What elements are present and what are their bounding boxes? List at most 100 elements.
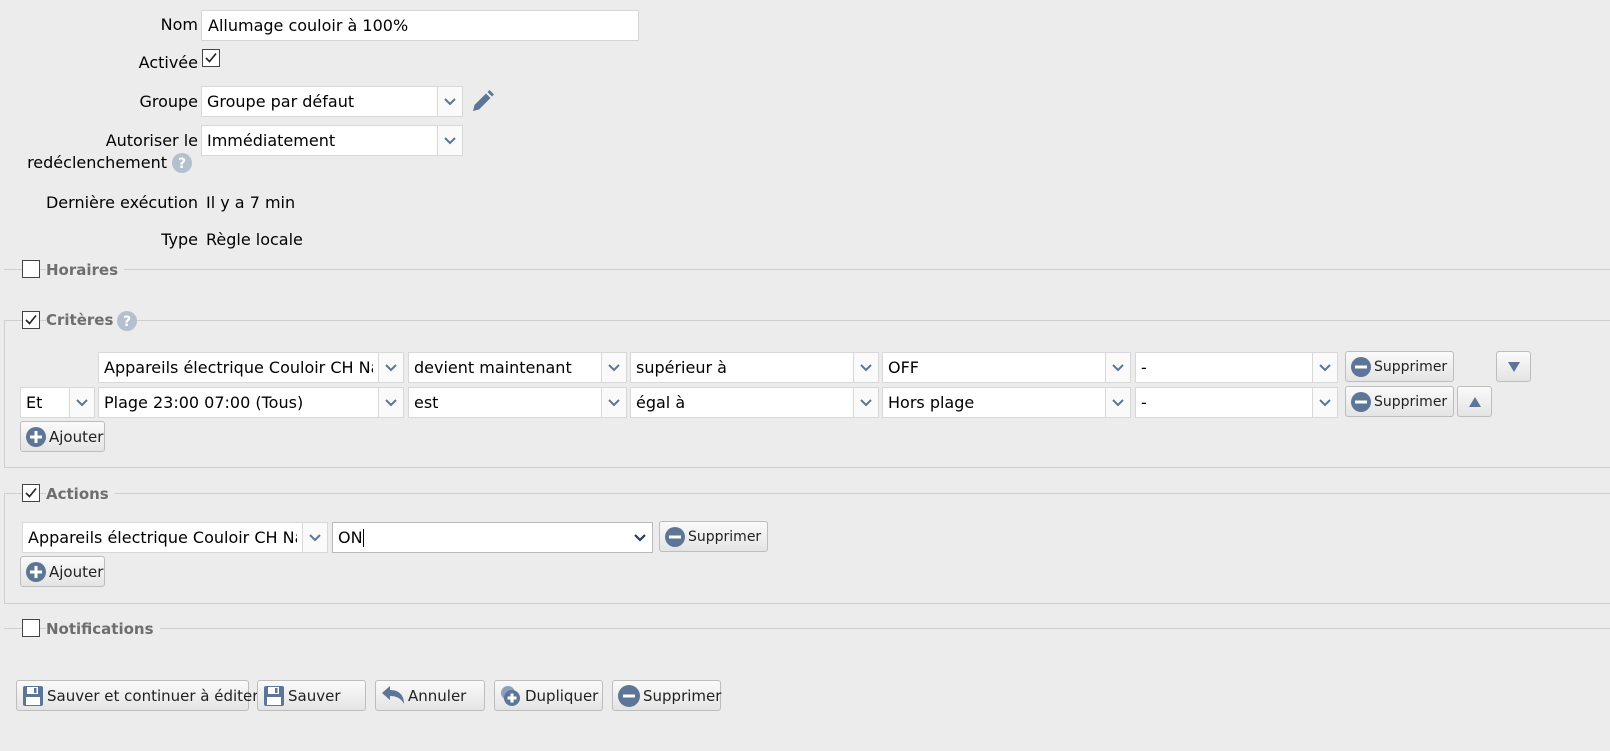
retrigger-label-line2: redéclenchement (27, 153, 167, 172)
criteria-value-select[interactable]: OFF (882, 352, 1131, 383)
criteria-delete-button[interactable]: Supprimer (1345, 386, 1454, 417)
delete-label: Supprimer (643, 686, 722, 705)
group-label: Groupe (139, 92, 198, 111)
save-and-continue-button[interactable]: Sauver et continuer à éditer (16, 680, 258, 711)
chevron-down-icon[interactable] (1312, 388, 1337, 417)
minus-circle-icon (665, 526, 685, 547)
criteria-extra-value: - (1141, 358, 1147, 377)
criteria-extra-value: - (1141, 393, 1147, 412)
criteria-conjunction-value: Et (26, 393, 43, 412)
help-icon[interactable]: ? (116, 310, 138, 332)
criteria-extra-select[interactable]: - (1135, 387, 1338, 418)
criteria-conjunction-select[interactable]: Et (20, 387, 95, 418)
action-value-select[interactable]: ON (332, 522, 653, 553)
action-device-select[interactable]: Appareils électrique Couloir CH Nat (22, 522, 328, 553)
criteria-value-value: Hors plage (888, 393, 975, 412)
name-input[interactable] (201, 10, 639, 41)
horaires-checkbox[interactable] (22, 260, 40, 278)
enabled-checkbox[interactable] (202, 49, 220, 67)
criteria-operator-value: supérieur à (636, 358, 727, 377)
cancel-label: Annuler (408, 686, 467, 705)
chevron-down-icon[interactable] (601, 388, 626, 417)
criteres-checkbox[interactable] (22, 311, 40, 329)
criteria-event-value: devient maintenant (414, 358, 572, 377)
move-up-button[interactable] (1457, 386, 1492, 417)
move-down-button[interactable] (1496, 351, 1531, 382)
last-exec-label: Dernière exécution (45, 193, 198, 212)
action-add-label: Ajouter (49, 562, 104, 581)
check-icon (25, 314, 37, 325)
criteria-device-value: Appareils électrique Couloir CH Nat (104, 358, 373, 377)
criteria-device-value: Plage 23:00 07:00 (Tous) (104, 393, 304, 412)
criteria-device-select[interactable]: Plage 23:00 07:00 (Tous) (98, 387, 404, 418)
last-exec-value: Il y a 7 min (206, 193, 296, 212)
chevron-down-icon[interactable] (1312, 353, 1337, 382)
chevron-down-icon[interactable] (1105, 388, 1130, 417)
check-icon (25, 487, 37, 498)
notifications-section-title: Notifications (46, 619, 160, 639)
criteria-device-select[interactable]: Appareils électrique Couloir CH Nat (98, 352, 404, 383)
retrigger-select[interactable]: Immédiatement (201, 125, 463, 156)
triangle-down-icon (1508, 362, 1520, 372)
text-caret (363, 529, 364, 547)
actions-checkbox[interactable] (22, 484, 40, 502)
retrigger-select-value: Immédiatement (207, 131, 336, 150)
criteria-value-value: OFF (888, 358, 919, 377)
save-and-continue-label: Sauver et continuer à éditer (47, 686, 259, 705)
chevron-down-icon[interactable] (437, 126, 462, 155)
chevron-down-icon[interactable] (853, 388, 878, 417)
save-button[interactable]: Sauver (257, 680, 366, 711)
chevron-down-icon[interactable] (378, 388, 403, 417)
duplicate-button[interactable]: Dupliquer (494, 680, 603, 711)
edit-pencil-icon[interactable] (469, 89, 495, 115)
group-select-value: Groupe par défaut (207, 92, 355, 111)
action-device-value: Appareils électrique Couloir CH Nat (28, 528, 297, 547)
chevron-down-icon[interactable] (302, 523, 327, 552)
delete-button[interactable]: Supprimer (612, 680, 721, 711)
duplicate-icon (501, 685, 520, 706)
chevron-down-icon[interactable] (69, 388, 94, 417)
chevron-down-icon[interactable] (601, 353, 626, 382)
horaires-section-title: Horaires (46, 260, 125, 280)
criteria-event-value: est (414, 393, 439, 412)
plus-circle-icon (26, 426, 46, 447)
criteria-delete-button[interactable]: Supprimer (1345, 351, 1454, 382)
floppy-disk-icon (23, 685, 43, 706)
action-delete-button[interactable]: Supprimer (659, 521, 768, 552)
criteres-section-title: Critères (46, 310, 120, 330)
criteria-add-label: Ajouter (49, 427, 104, 446)
criteria-event-select[interactable]: est (408, 387, 627, 418)
undo-icon (382, 685, 404, 704)
criteria-operator-select[interactable]: égal à (630, 387, 879, 418)
notifications-checkbox[interactable] (22, 619, 40, 637)
check-icon (205, 52, 217, 63)
criteria-value-select[interactable]: Hors plage (882, 387, 1131, 418)
chevron-down-icon[interactable] (1105, 353, 1130, 382)
svg-text:?: ? (123, 314, 131, 330)
criteria-operator-value: égal à (636, 393, 686, 412)
chevron-down-icon[interactable] (853, 353, 878, 382)
action-add-button[interactable]: Ajouter (20, 556, 105, 587)
duplicate-label: Dupliquer (525, 686, 599, 705)
type-value: Règle locale (206, 230, 303, 249)
group-select[interactable]: Groupe par défaut (201, 86, 463, 117)
cancel-button[interactable]: Annuler (375, 680, 485, 711)
criteria-delete-label: Supprimer (1374, 358, 1448, 375)
chevron-down-icon[interactable] (378, 353, 403, 382)
criteria-add-button[interactable]: Ajouter (20, 421, 105, 452)
save-label: Sauver (288, 686, 341, 705)
criteria-delete-label: Supprimer (1374, 393, 1448, 410)
help-icon[interactable]: ? (171, 152, 193, 174)
criteria-extra-select[interactable]: - (1135, 352, 1338, 383)
triangle-up-icon (1469, 397, 1481, 407)
chevron-down-icon[interactable] (628, 523, 652, 552)
name-label: Nom (160, 15, 198, 34)
criteria-event-select[interactable]: devient maintenant (408, 352, 627, 383)
minus-circle-icon (618, 684, 640, 707)
plus-circle-icon (26, 561, 46, 582)
actions-section-title: Actions (46, 484, 115, 504)
criteria-operator-select[interactable]: supérieur à (630, 352, 879, 383)
action-value-value: ON (338, 528, 363, 547)
chevron-down-icon[interactable] (437, 87, 462, 116)
floppy-disk-icon (264, 685, 284, 706)
